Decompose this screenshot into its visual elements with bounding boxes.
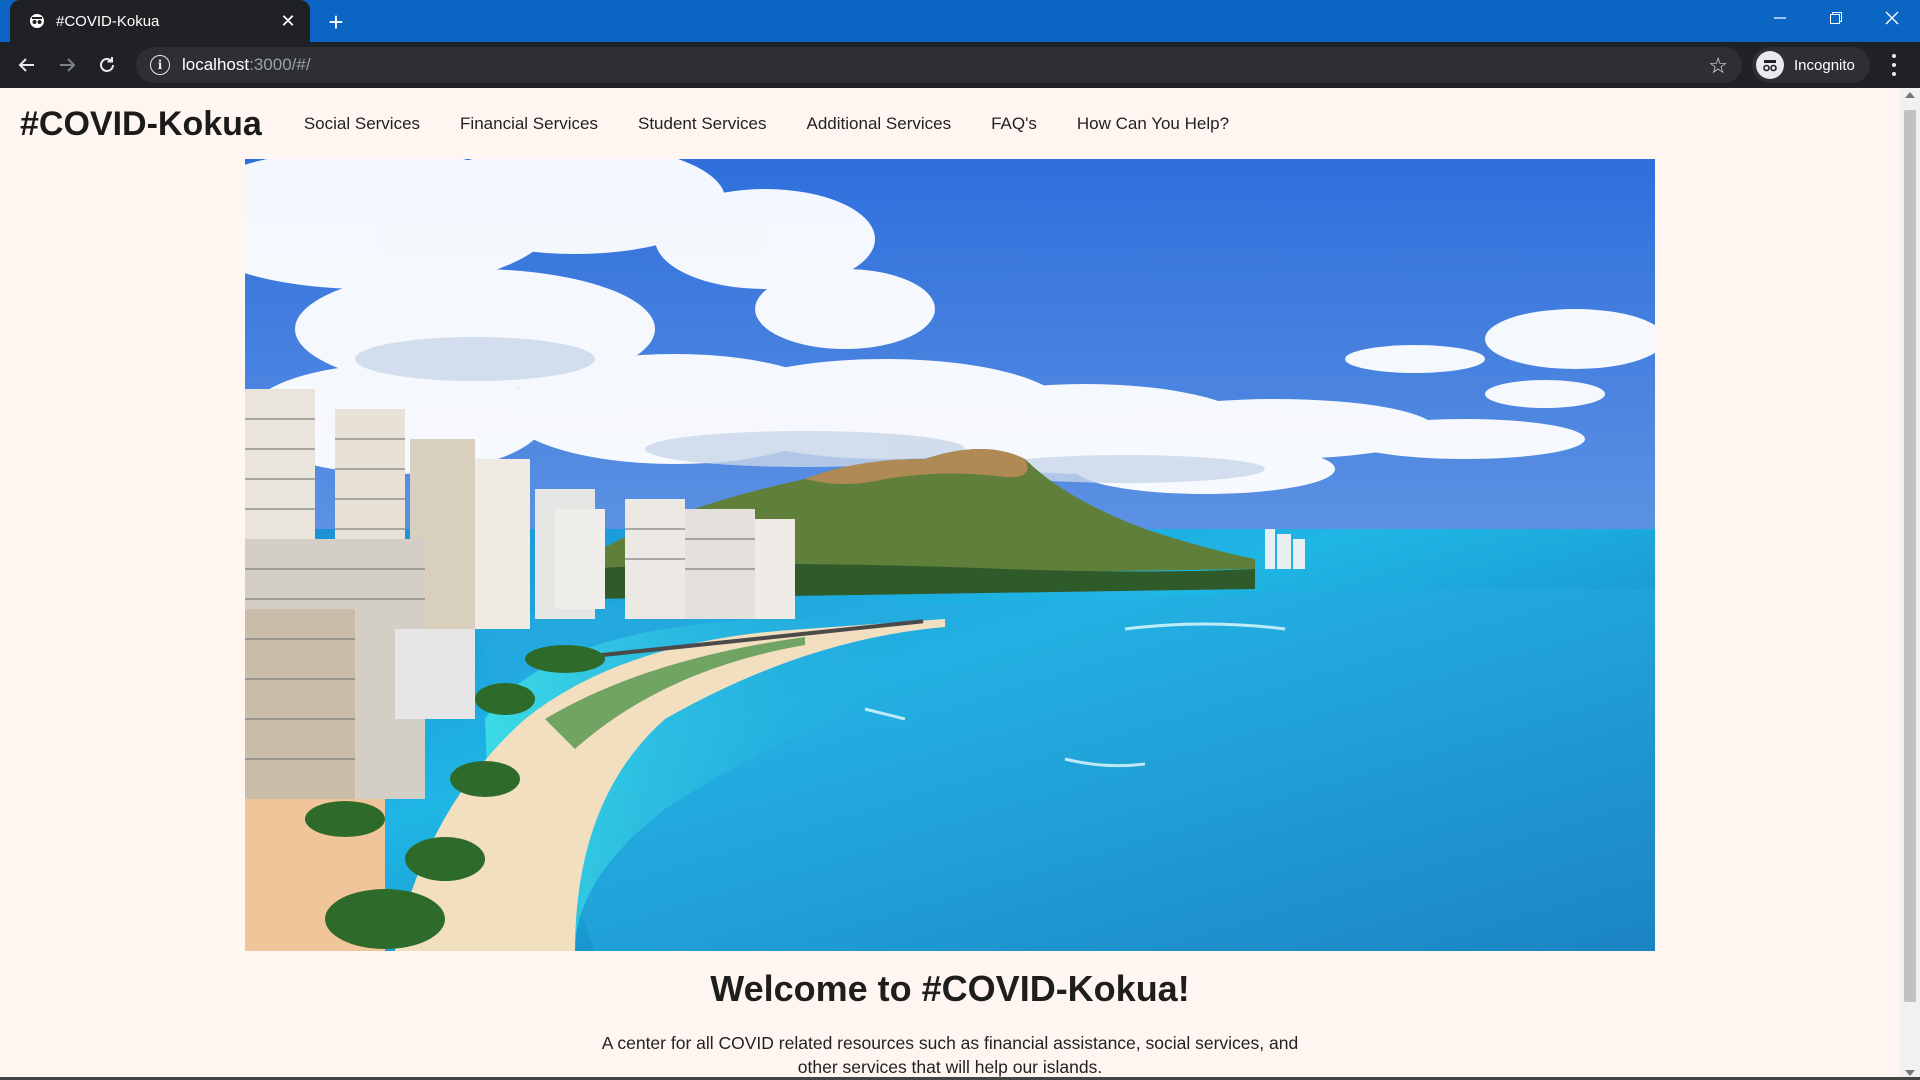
menu-icon[interactable]: [1882, 52, 1906, 78]
scroll-thumb[interactable]: [1904, 110, 1916, 1002]
reload-icon[interactable]: [92, 50, 122, 80]
incognito-label: Incognito: [1794, 56, 1855, 74]
intro-paragraph: A center for all COVID related resources…: [601, 1033, 1299, 1077]
nav-additional-services[interactable]: Additional Services: [807, 114, 952, 134]
welcome-heading: Welcome to #COVID-Kokua!: [710, 968, 1190, 1009]
nav-how-can-you-help[interactable]: How Can You Help?: [1077, 114, 1229, 134]
new-tab-button[interactable]: +: [322, 7, 350, 37]
nav-social-services[interactable]: Social Services: [304, 114, 420, 134]
page-content: #COVID-Kokua Social Services Financial S…: [0, 88, 1900, 1080]
scroll-down-arrow-icon[interactable]: [1905, 1070, 1915, 1076]
incognito-icon: [1756, 51, 1784, 79]
nav-links: Social Services Financial Services Stude…: [284, 114, 1249, 134]
browser-tab[interactable]: #COVID-Kokua ✕: [10, 0, 310, 42]
star-icon[interactable]: ☆: [1708, 53, 1728, 79]
scroll-up-arrow-icon[interactable]: [1905, 92, 1915, 98]
incognito-favicon-icon: [28, 12, 46, 30]
forward-arrow-icon[interactable]: [52, 50, 82, 80]
window-controls: [1752, 0, 1920, 36]
url-text: localhost:3000/#/: [182, 55, 311, 74]
minimize-icon[interactable]: [1752, 0, 1808, 36]
hero-image: [245, 159, 1655, 951]
tab-title: #COVID-Kokua: [56, 12, 160, 30]
nav-faqs[interactable]: FAQ's: [991, 114, 1037, 134]
address-bar[interactable]: i localhost:3000/#/ ☆: [136, 47, 1742, 83]
site-brand[interactable]: #COVID-Kokua: [20, 105, 262, 144]
site-navbar: #COVID-Kokua Social Services Financial S…: [0, 88, 1900, 160]
close-tab-icon[interactable]: ✕: [276, 9, 300, 33]
info-icon[interactable]: i: [150, 55, 170, 75]
nav-financial-services[interactable]: Financial Services: [460, 114, 598, 134]
nav-student-services[interactable]: Student Services: [638, 114, 767, 134]
restore-icon[interactable]: [1808, 0, 1864, 36]
browser-tab-strip: #COVID-Kokua ✕ +: [0, 0, 1920, 42]
close-window-icon[interactable]: [1864, 0, 1920, 36]
browser-toolbar: i localhost:3000/#/ ☆ Incognito: [0, 42, 1920, 88]
page-scrollbar[interactable]: [1900, 88, 1920, 1080]
back-arrow-icon[interactable]: [12, 50, 42, 80]
incognito-profile-button[interactable]: Incognito: [1752, 47, 1870, 83]
